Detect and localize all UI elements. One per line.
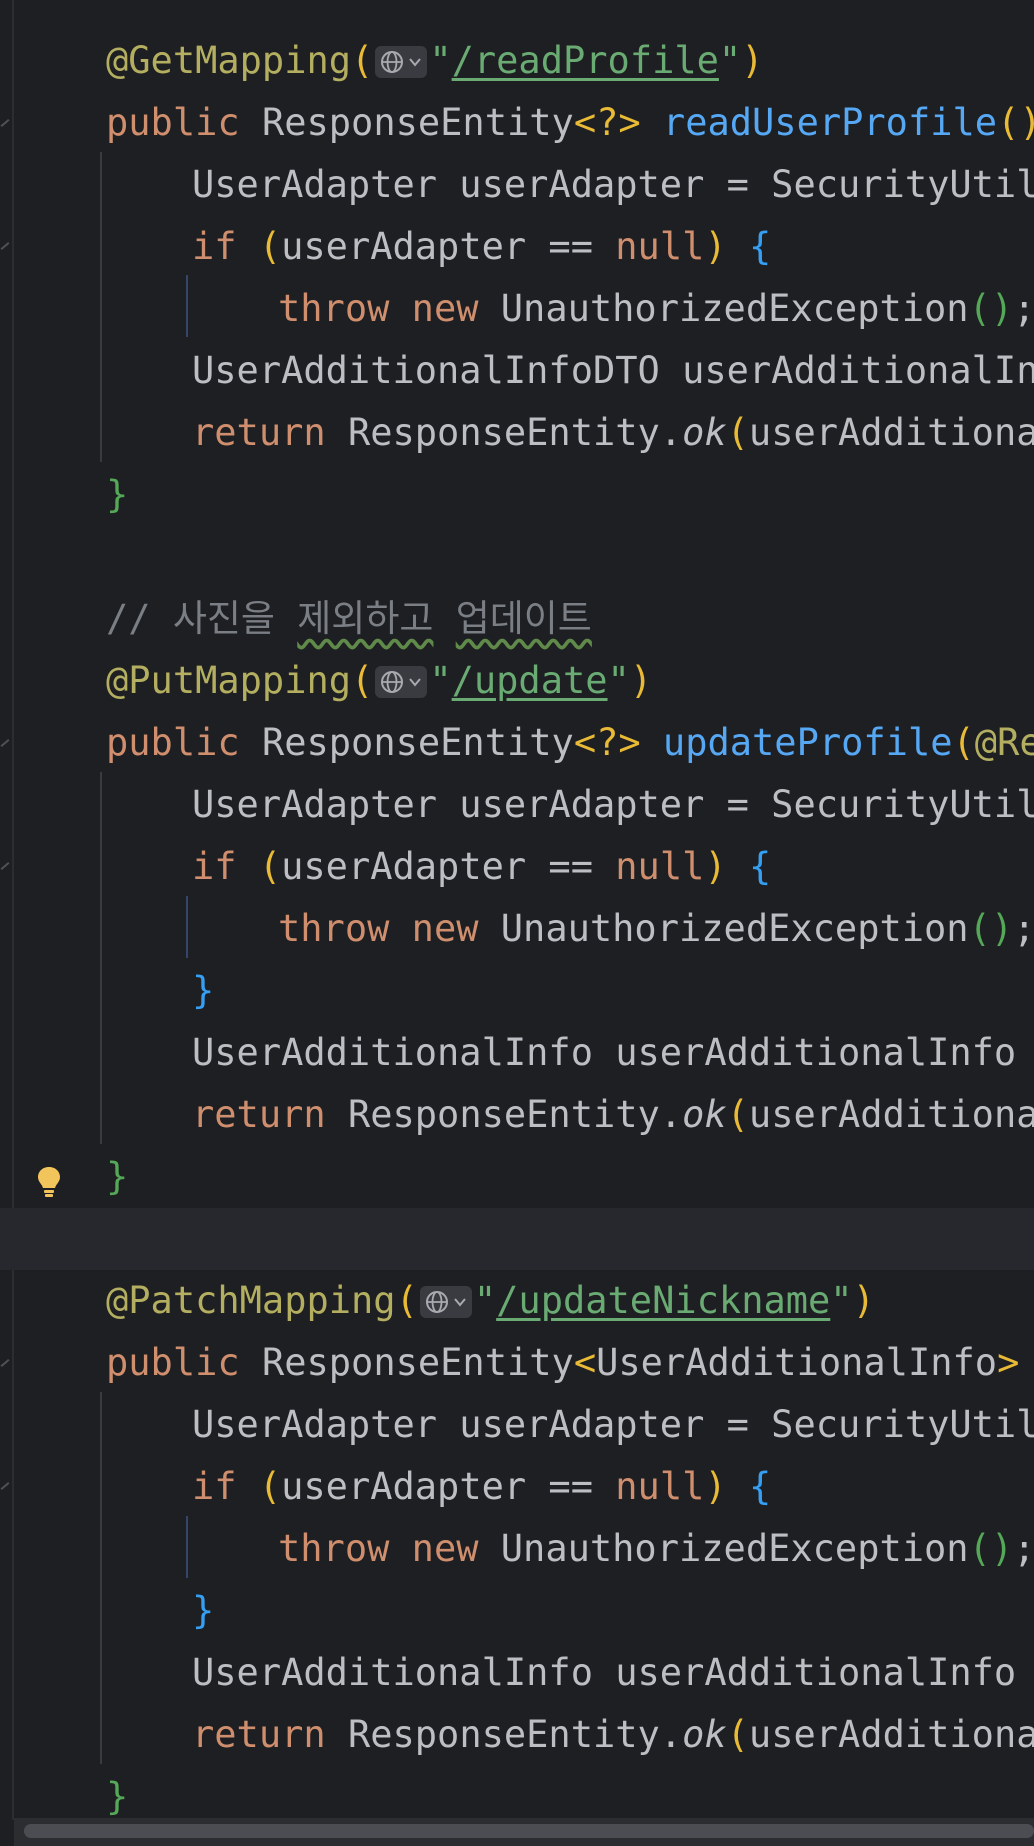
code-line[interactable]: throw new UnauthorizedException(); [0, 278, 1034, 340]
code-line[interactable]: } [0, 1146, 1034, 1208]
url-link[interactable]: /update [452, 659, 608, 702]
code-line[interactable]: public ResponseEntity<?> readUserProfile… [0, 92, 1034, 154]
scrollbar-thumb[interactable] [24, 1824, 1034, 1838]
globe-icon [381, 671, 422, 693]
method-name: readUserProfile [662, 101, 998, 144]
code-line[interactable]: return ResponseEntity.ok(userAdditional [0, 1084, 1034, 1146]
code-line[interactable]: @GetMapping("/readProfile") [0, 30, 1034, 92]
code-line[interactable]: } [0, 960, 1034, 1022]
code-line[interactable]: public ResponseEntity<?> updateProfile(@… [0, 712, 1034, 774]
method-name: updateProfile [662, 721, 953, 764]
globe-icon [381, 51, 422, 73]
code-comment: // 사진을 제외하고 업데이트 [106, 597, 592, 640]
code-line[interactable]: return ResponseEntity.ok(userAdditional [0, 402, 1034, 464]
lightbulb-icon[interactable] [36, 1165, 62, 1199]
code-line[interactable]: UserAdditionalInfo userAdditionalInfo = [0, 1642, 1034, 1704]
code-line[interactable]: UserAdapter userAdapter = SecurityUtils [0, 1394, 1034, 1456]
url-link[interactable]: /readProfile [452, 39, 719, 82]
url-link[interactable]: /updateNickname [496, 1279, 830, 1322]
url-globe-button[interactable] [375, 666, 428, 698]
code-line[interactable]: UserAdapter userAdapter = SecurityUtils [0, 774, 1034, 836]
code-line[interactable]: if (userAdapter == null) { [0, 836, 1034, 898]
annotation: @PutMapping [106, 659, 352, 702]
code-line[interactable]: if (userAdapter == null) { [0, 216, 1034, 278]
code-line[interactable]: return ResponseEntity.ok(userAdditional [0, 1704, 1034, 1766]
code-line[interactable]: UserAdapter userAdapter = SecurityUtils [0, 154, 1034, 216]
code-line[interactable]: throw new UnauthorizedException(); [0, 1518, 1034, 1580]
code-line[interactable]: if (userAdapter == null) { [0, 1456, 1034, 1518]
code-line[interactable]: @PatchMapping("/updateNickname") [0, 1270, 1034, 1332]
globe-icon [425, 1291, 466, 1313]
current-line[interactable] [0, 1208, 1034, 1270]
annotation: @PatchMapping [106, 1279, 396, 1322]
annotation: @GetMapping [106, 39, 352, 82]
spellcheck-warning[interactable]: 제외하고 [297, 597, 433, 640]
url-globe-button[interactable] [419, 1286, 472, 1318]
code-line[interactable]: UserAdditionalInfoDTO userAdditionalInf [0, 340, 1034, 402]
code-editor[interactable]: @GetMapping("/readProfile") public Respo… [0, 0, 1034, 1846]
code-line[interactable]: public ResponseEntity<UserAdditionalInfo… [0, 1332, 1034, 1394]
code-line[interactable]: @PutMapping("/update") [0, 650, 1034, 712]
code-line[interactable]: } [0, 464, 1034, 526]
code-line[interactable]: } [0, 1580, 1034, 1642]
code-line[interactable]: // 사진을 제외하고 업데이트 [0, 588, 1034, 650]
chevron-down-icon [409, 678, 422, 687]
chevron-down-icon [409, 58, 422, 67]
chevron-down-icon [454, 1298, 466, 1307]
code-line[interactable]: UserAdditionalInfo userAdditionalInfo = [0, 1022, 1034, 1084]
url-globe-button[interactable] [375, 46, 428, 78]
spellcheck-warning[interactable]: 업데이트 [456, 597, 592, 640]
code-line[interactable]: throw new UnauthorizedException(); [0, 898, 1034, 960]
